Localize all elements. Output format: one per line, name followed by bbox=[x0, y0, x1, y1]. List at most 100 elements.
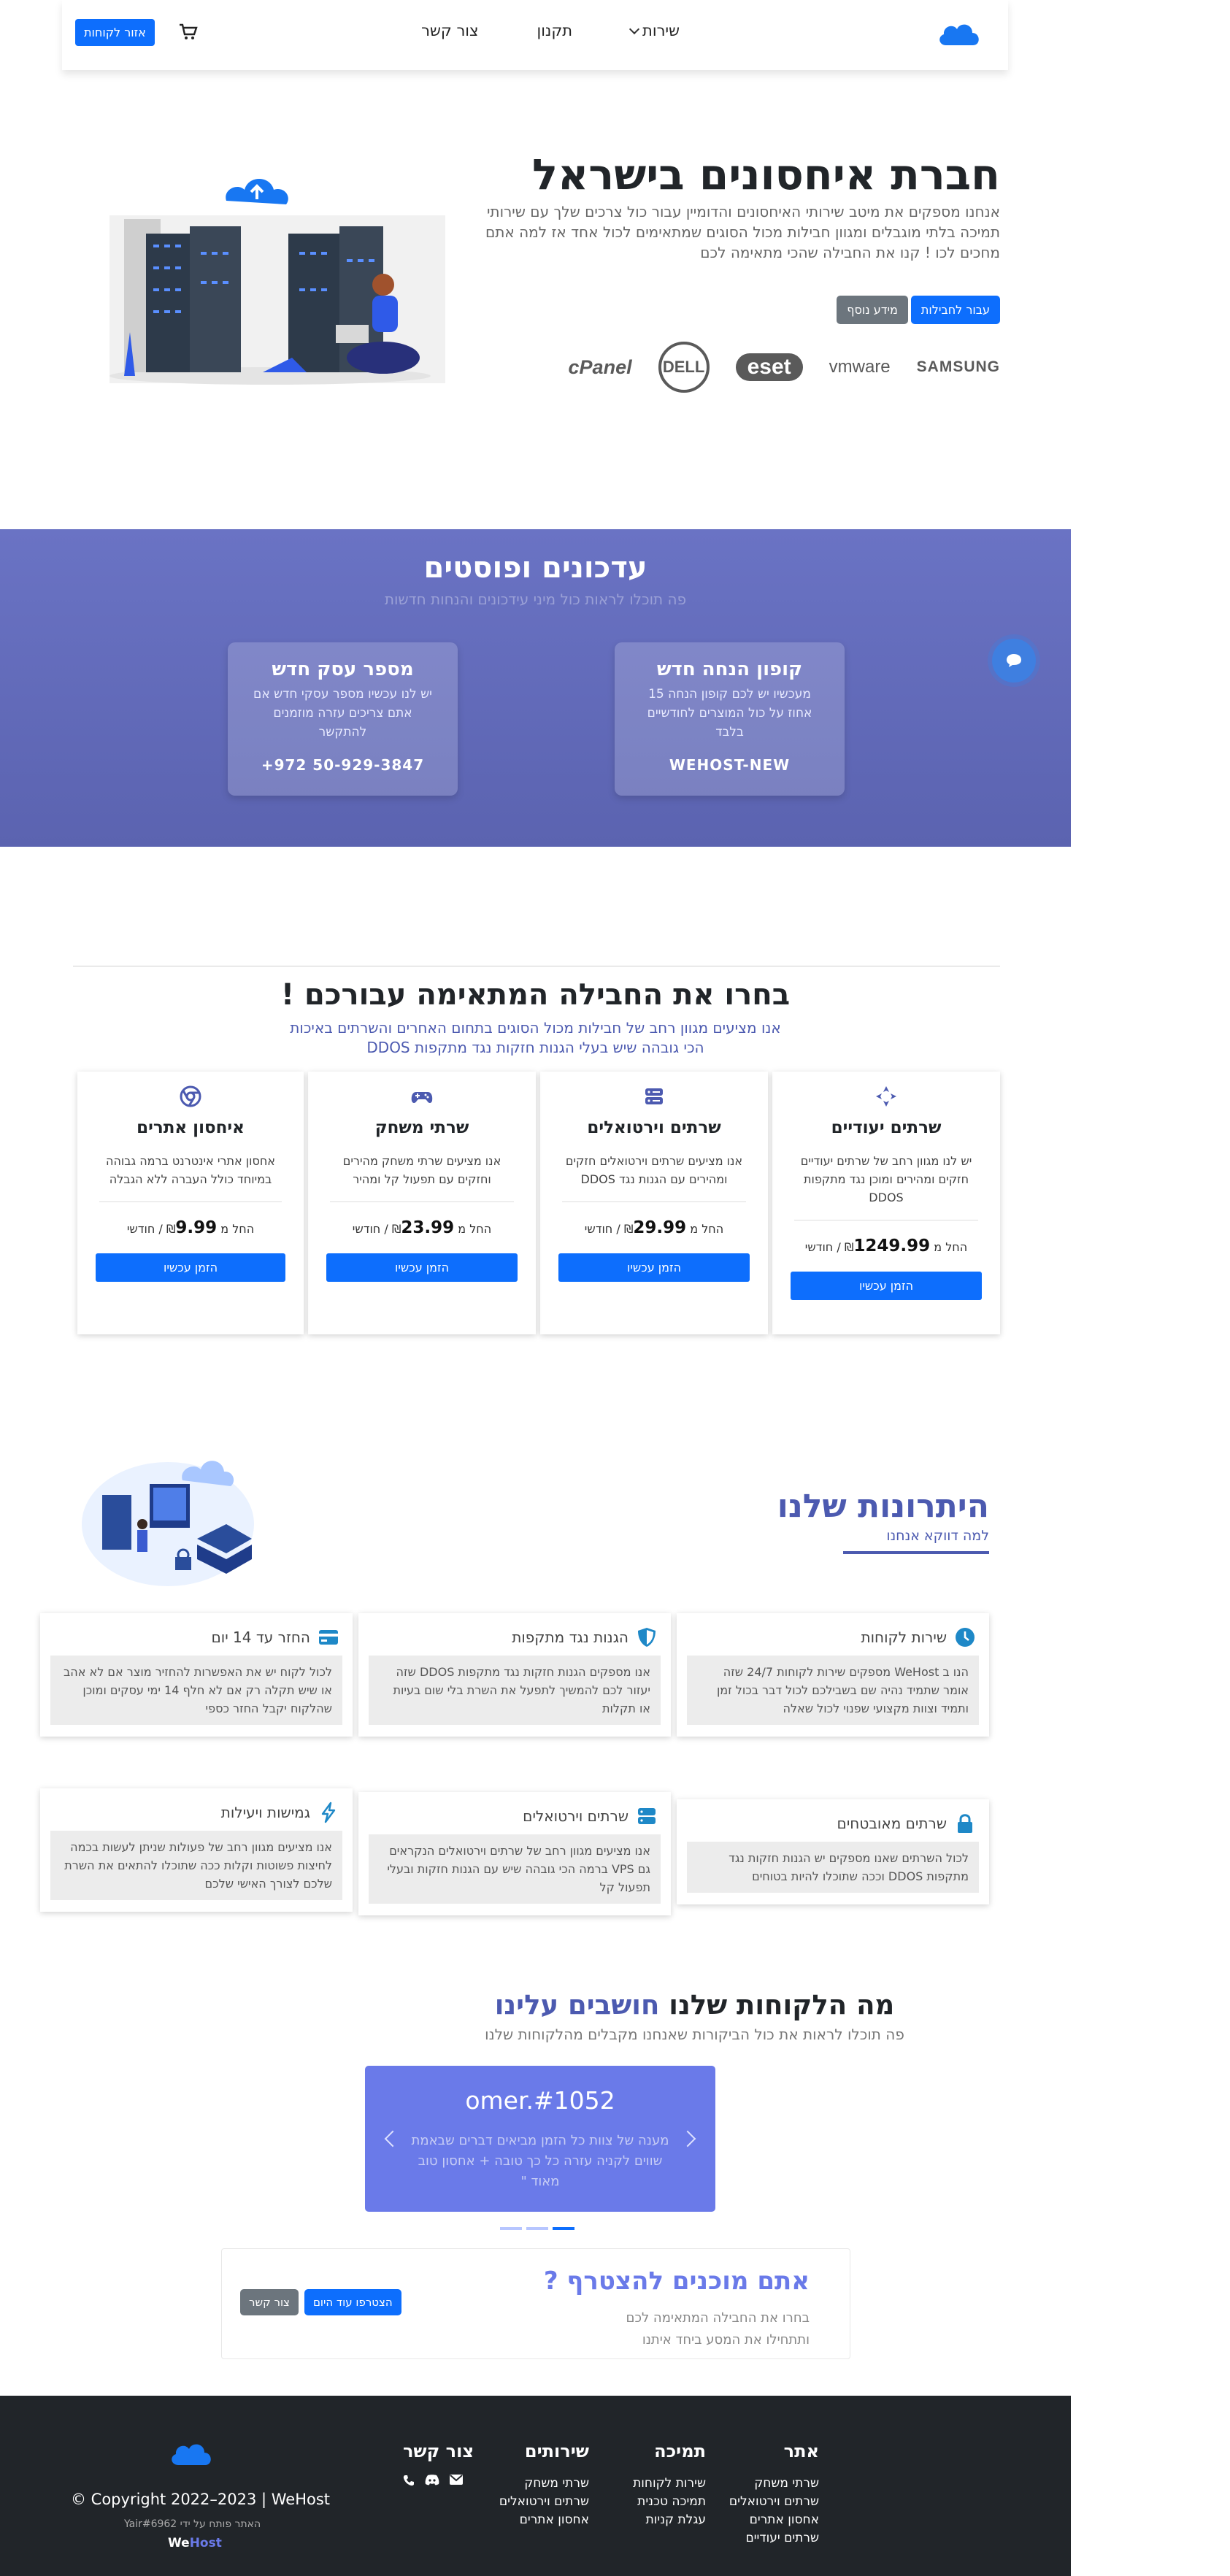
carousel-indicator[interactable] bbox=[553, 2227, 574, 2230]
package-desc: אנו מציעים שרתים וירטואלים חזקים ומהירים… bbox=[565, 1154, 743, 1186]
testimonials-subtitle: פה תוכלו לראות את כול הביקורות שאנחנו מק… bbox=[485, 2026, 904, 2043]
join-today-button[interactable]: הצטרפו עוד היום bbox=[304, 2289, 401, 2315]
cart-icon[interactable] bbox=[179, 23, 198, 41]
footer-link[interactable]: שירות לקוחות bbox=[633, 2475, 706, 2493]
footer-link[interactable]: שרתים וירטואלים bbox=[729, 2493, 819, 2511]
nav-links: שירות תקנון צור קשר bbox=[421, 22, 680, 39]
order-now-button[interactable]: הזמן עכשיו bbox=[558, 1253, 750, 1282]
advantage-card: שרתים מאובטחים לכול השרתים שאנו מספקים י… bbox=[677, 1799, 989, 1904]
testimonials-title: מה הלקוחות שלנו חושבים עלינו bbox=[494, 1989, 895, 2021]
carousel-indicator[interactable] bbox=[500, 2227, 522, 2230]
footer-link[interactable]: אחסון אתרים bbox=[499, 2511, 589, 2529]
customers-area-button[interactable]: אזור לקוחות bbox=[75, 19, 155, 46]
mail-icon[interactable] bbox=[449, 2475, 463, 2485]
coupon-title: קופון הנחה חדש bbox=[656, 658, 803, 680]
advantage-title: הגנות נגד מתקפות bbox=[512, 1629, 629, 1646]
hero-title: חברת איחסונים בישראל bbox=[531, 150, 1000, 199]
footer-col-site: אתר שרתי משחק שרתים וירטואלים אחסון אתרי… bbox=[729, 2441, 819, 2548]
hero-description: אנחנו מספקים את מיטב שירותי האיחסונים וה… bbox=[485, 203, 1000, 261]
advantage-header: הגנות נגד מתקפות bbox=[358, 1613, 671, 1648]
package-desc: יש לנו מגוון רחב של שרתים יעודיים חזקים … bbox=[800, 1154, 972, 1204]
clock-icon bbox=[956, 1628, 975, 1647]
advantage-title: שרתים וירטואלים bbox=[523, 1807, 629, 1825]
order-now-button[interactable]: הזמן עכשיו bbox=[326, 1253, 518, 1282]
advantage-header: שירות לקוחות bbox=[677, 1613, 989, 1648]
nav-terms[interactable]: תקנון bbox=[537, 22, 572, 39]
advantages-subtitle: למה דווקא אנחנו bbox=[886, 1528, 989, 1544]
advantage-header: גמישות ויעילות bbox=[40, 1788, 353, 1823]
gamepad-icon bbox=[411, 1092, 433, 1103]
join-buttons: הצטרפו עוד היום צור קשר bbox=[240, 2289, 401, 2315]
phone-icon[interactable] bbox=[403, 2475, 415, 2486]
testimonial-quote: מענה של צוות כל הזמן מביאים דברים שבאמת … bbox=[411, 2133, 669, 2189]
go-to-packages-button[interactable]: עבור לחבילות bbox=[910, 296, 1000, 324]
server-room-illustration bbox=[109, 179, 445, 385]
advantage-card: שירות לקוחות הנו ב WeHost מספקים שירות ל… bbox=[677, 1613, 989, 1737]
dedicated-server-icon bbox=[876, 1086, 896, 1107]
advantage-card: החזר עד 14 יום לכול לקוח יש את האפשרות ל… bbox=[40, 1613, 353, 1737]
advantage-header: החזר עד 14 יום bbox=[40, 1613, 353, 1648]
contact-icons bbox=[403, 2475, 474, 2486]
nav-contact[interactable]: צור קשר bbox=[421, 22, 478, 39]
footer-col-services: שירותים שרתי משחק שרתים וירטואלים אחסון … bbox=[499, 2441, 589, 2529]
carousel-indicators bbox=[500, 2227, 574, 2230]
package-card-web-hosting: איחסון אתרים אחסון אתרי אינטרנט ברמה גבו… bbox=[77, 1072, 304, 1334]
updates-title: עדכונים ופוסטים bbox=[423, 551, 647, 585]
testimonial-author: omer.#1052 bbox=[465, 2086, 615, 2115]
brand-logos: SAMSUNG vmware eset DELL cPanel bbox=[569, 342, 1000, 393]
copyright: © Copyright 2022–2023 | WeHost bbox=[71, 2491, 331, 2508]
advantage-header: שרתים מאובטחים bbox=[677, 1799, 989, 1834]
footer-link[interactable]: עגלת קניות bbox=[633, 2511, 706, 2529]
coupon-card: קופון הנחה חדש מעכשיו יש לכם קופון הנחה … bbox=[615, 642, 845, 796]
more-info-button[interactable]: מידע נוסף bbox=[837, 296, 908, 324]
made-by: האתר פותח על ידי Yair#6962 bbox=[124, 2518, 261, 2530]
dell-logo: DELL bbox=[658, 342, 710, 393]
footer-link[interactable]: תמיכה טכנית bbox=[633, 2493, 706, 2511]
footer-link[interactable]: שרתי משחק bbox=[499, 2475, 589, 2493]
footer-link[interactable]: אחסון אתרים bbox=[729, 2511, 819, 2529]
lock-icon bbox=[958, 1814, 972, 1833]
business-number-card: מספר עסק חדש יש לנו עכשיו מספר עסקי חדש … bbox=[228, 642, 458, 796]
package-card-game: שרתי משחק אנו מציעים שרתי משחק מהירים וח… bbox=[308, 1072, 536, 1334]
package-price: החל מ ₪1249.99 / חודשי bbox=[804, 1237, 968, 1256]
advantage-desc: הנו ב WeHost מספקים שירות לקוחות 24/7 שז… bbox=[687, 1656, 979, 1725]
advantage-title: שרתים מאובטחים bbox=[837, 1815, 947, 1832]
package-price: החל מ ₪23.99 / חודשי bbox=[352, 1218, 492, 1237]
package-desc: אנו מציעים שרתי משחק מהירים וחזקים עם תפ… bbox=[342, 1154, 501, 1186]
advantage-card: גמישות ויעילות אנו מציעים מגוון רחב של פ… bbox=[40, 1788, 353, 1912]
advantage-card: שרתים וירטואלים אנו מציעים מגוון רחב של … bbox=[358, 1792, 671, 1915]
shield-icon bbox=[638, 1628, 656, 1647]
nav-services[interactable]: שירות bbox=[629, 22, 680, 39]
business-phone-number: +972 50-929-3847 bbox=[261, 756, 425, 774]
credit-card-icon bbox=[319, 1630, 338, 1645]
discord-icon[interactable] bbox=[425, 2475, 439, 2485]
business-number-title: מספר עסק חדש bbox=[272, 658, 414, 680]
packages-title: בחרו את החבילה המתאימה עבורכם ! bbox=[280, 978, 791, 1012]
navbar: שירות תקנון צור קשר אזור לקוחות bbox=[62, 0, 1008, 70]
footer-link[interactable]: שרתי משחק bbox=[729, 2475, 819, 2493]
carousel-indicator[interactable] bbox=[526, 2227, 548, 2230]
samsung-logo: SAMSUNG bbox=[916, 358, 1000, 375]
advantage-header: שרתים וירטואלים bbox=[358, 1792, 671, 1827]
chat-bubble-icon[interactable] bbox=[992, 639, 1036, 683]
coupon-desc: מעכשיו יש לכם קופון הנחה 15 אחוז על כול … bbox=[647, 687, 812, 739]
contact-button[interactable]: צור קשר bbox=[240, 2289, 299, 2315]
footer-cloud-logo-icon bbox=[172, 2444, 211, 2465]
footer-link[interactable]: שרתים וירטואלים bbox=[499, 2493, 589, 2511]
hero-buttons: עבור לחבילות מידע נוסף bbox=[837, 296, 1000, 324]
package-name: שרתי משחק bbox=[374, 1118, 469, 1137]
server-icon bbox=[638, 1808, 656, 1824]
package-name: שרתים יעודיים bbox=[831, 1118, 942, 1137]
footer-brand: WeHost bbox=[168, 2536, 222, 2550]
cloud-logo-icon[interactable] bbox=[936, 16, 983, 51]
join-title: אתם מוכנים להצטרף ? bbox=[543, 2267, 810, 2296]
advantage-desc: אנו מציעים מגוון רחב של פעולות שניתן לעש… bbox=[50, 1831, 342, 1900]
order-now-button[interactable]: הזמן עכשיו bbox=[96, 1253, 285, 1282]
package-price: החל מ ₪9.99 / חודשי bbox=[126, 1218, 255, 1237]
footer-link[interactable]: שרתים יעודיים bbox=[729, 2529, 819, 2548]
eset-logo: eset bbox=[735, 353, 803, 381]
advantage-desc: לכול השרתים שאנו מספקים יש הגנות חזקות נ… bbox=[687, 1842, 979, 1893]
order-now-button[interactable]: הזמן עכשיו bbox=[791, 1272, 982, 1300]
security-server-illustration bbox=[82, 1461, 254, 1586]
advantages-title: היתרונות שלנו bbox=[777, 1488, 989, 1525]
